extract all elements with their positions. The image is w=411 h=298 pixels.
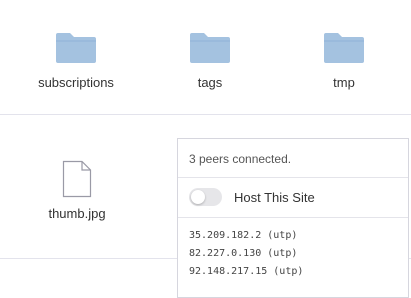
folder-icon [190, 33, 230, 63]
file-label: thumb.jpg [48, 206, 106, 221]
toggle-knob [191, 190, 205, 204]
peer-address: 35.209.182.2 (utp) [189, 230, 298, 241]
folder-label: tmp [333, 75, 355, 90]
peer-address: 82.227.0.130 (utp) [189, 248, 298, 259]
peers-panel: 3 peers connected. Host This Site 35.209… [177, 138, 409, 298]
folder-row: subscriptions tags tmp [0, 0, 411, 114]
host-site-toggle[interactable] [189, 188, 222, 206]
peers-status: 3 peers connected. [189, 152, 292, 166]
folder-icon [324, 33, 364, 63]
folder-icon [56, 33, 96, 63]
panel-divider [178, 217, 408, 218]
folder-subscriptions[interactable]: subscriptions [16, 30, 136, 90]
peer-list: 35.209.182.2 (utp) 82.227.0.130 (utp) 92… [189, 227, 303, 281]
file-thumb-jpg[interactable]: thumb.jpg [17, 160, 137, 221]
section-divider [0, 114, 411, 115]
host-site-label: Host This Site [234, 189, 315, 205]
folder-label: subscriptions [38, 75, 114, 90]
host-site-row: Host This Site [189, 188, 315, 206]
folder-label: tags [197, 75, 223, 90]
panel-divider [178, 177, 408, 178]
file-icon [62, 160, 92, 198]
folder-tmp[interactable]: tmp [284, 30, 404, 90]
folder-tags[interactable]: tags [150, 30, 270, 90]
peer-address: 92.148.217.15 (utp) [189, 266, 304, 277]
